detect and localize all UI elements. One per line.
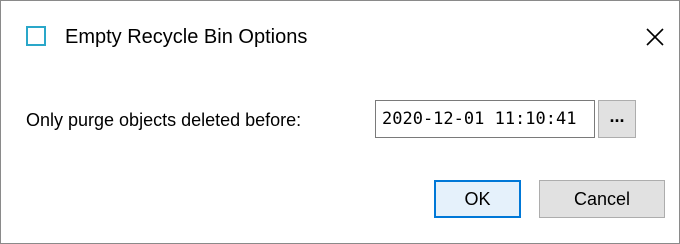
ok-button[interactable]: OK [434,180,521,218]
dialog-title: Empty Recycle Bin Options [65,26,308,48]
cancel-button-label: Cancel [573,188,631,209]
close-button[interactable] [633,15,677,59]
close-icon [646,28,664,46]
empty-recycle-bin-dialog: Empty Recycle Bin Options Only purge obj… [0,0,680,244]
app-window-icon [26,26,46,46]
purge-before-label: Only purge objects deleted before: [26,110,302,130]
browse-date-button[interactable]: ... [598,100,636,138]
dialog-content: Only purge objects deleted before: 2020-… [1,76,679,243]
ok-button-label: OK [464,188,491,209]
purge-date-field[interactable]: 2020-12-01 11:10:41 [375,100,595,138]
title-bar: Empty Recycle Bin Options [1,1,679,76]
cancel-button[interactable]: Cancel [539,180,665,218]
